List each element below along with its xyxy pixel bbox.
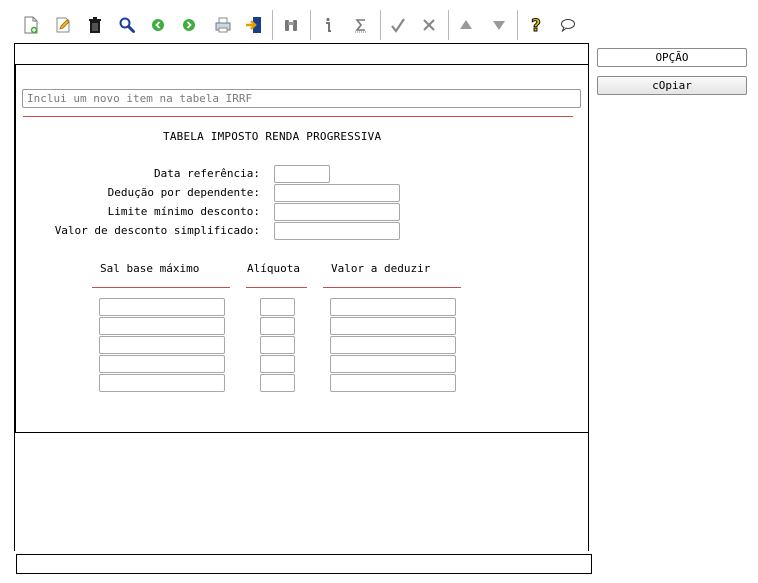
status-bar	[16, 554, 592, 574]
aliquota-cell[interactable]	[260, 298, 295, 316]
move-up-icon[interactable]	[455, 14, 477, 36]
previous-icon[interactable]	[147, 14, 169, 36]
valor-desconto-label: Valor de desconto simplificado:	[54, 224, 260, 237]
sal-base-cell[interactable]	[99, 298, 225, 316]
help-icon[interactable]: ?	[525, 14, 547, 36]
aliquota-cell[interactable]	[260, 374, 295, 392]
move-down-icon[interactable]	[488, 14, 510, 36]
sal-base-cell[interactable]	[99, 317, 225, 335]
deducao-dependente-label: Dedução por dependente:	[107, 186, 260, 199]
data-referencia-label: Data referência:	[154, 167, 260, 180]
binoculars-icon[interactable]	[280, 14, 302, 36]
edit-icon[interactable]	[52, 14, 74, 36]
sal-base-underline	[92, 287, 230, 288]
info-icon[interactable]	[317, 14, 339, 36]
copiar-button[interactable]: cOpiar	[597, 76, 747, 95]
print-icon[interactable]	[212, 14, 234, 36]
tools-icon[interactable]	[418, 14, 440, 36]
title-divider	[23, 116, 573, 117]
svg-text:?: ?	[531, 16, 541, 35]
valor-deduzir-cell[interactable]	[330, 374, 456, 392]
sal-base-cell[interactable]	[99, 355, 225, 373]
aliquota-cell[interactable]	[260, 336, 295, 354]
limite-minimo-field[interactable]	[274, 203, 400, 221]
valor-deduzir-header: Valor a deduzir	[331, 262, 431, 275]
sal-base-cell[interactable]	[99, 374, 225, 392]
aliquota-header: Alíquota	[247, 262, 300, 275]
valor-deduzir-cell[interactable]	[330, 317, 456, 335]
delete-icon[interactable]	[84, 14, 106, 36]
aliquota-underline	[246, 287, 307, 288]
exit-icon[interactable]	[243, 14, 265, 36]
aliquota-cell[interactable]	[260, 355, 295, 373]
data-referencia-field[interactable]	[274, 165, 330, 183]
opcao-button[interactable]: OPÇÃO	[597, 48, 747, 67]
comment-icon[interactable]	[557, 14, 579, 36]
confirm-icon[interactable]	[387, 14, 409, 36]
form-title: TABELA IMPOSTO RENDA PROGRESSIVA	[163, 130, 382, 143]
deducao-dependente-field[interactable]	[274, 184, 400, 202]
valor-deduzir-cell[interactable]	[330, 355, 456, 373]
sal-base-header: Sal base máximo	[100, 262, 200, 275]
limite-minimo-label: Limite mínimo desconto:	[107, 205, 260, 218]
toolbar: ?	[14, 8, 590, 42]
sal-base-cell[interactable]	[99, 336, 225, 354]
new-record-icon[interactable]	[20, 14, 42, 36]
valor-deduzir-cell[interactable]	[330, 336, 456, 354]
next-icon[interactable]	[178, 14, 200, 36]
aliquota-cell[interactable]	[260, 317, 295, 335]
valor-desconto-field[interactable]	[274, 222, 400, 240]
valor-deduzir-cell[interactable]	[330, 298, 456, 316]
description-field[interactable]: Inclui um novo item na tabela IRRF	[22, 89, 581, 108]
sum-icon[interactable]	[350, 14, 372, 36]
search-icon[interactable]	[116, 14, 138, 36]
valor-deduzir-underline	[323, 287, 461, 288]
